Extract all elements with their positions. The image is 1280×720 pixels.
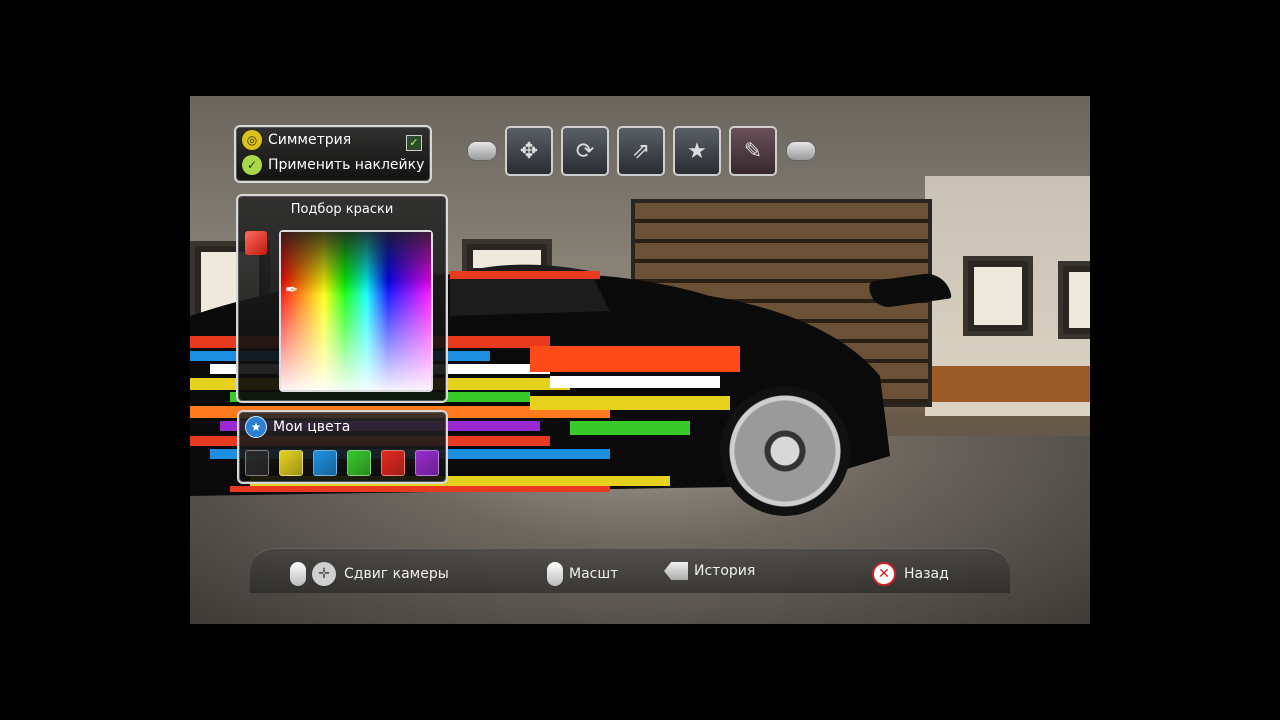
star-stencil-icon: ★ xyxy=(687,138,707,164)
back-hint[interactable]: ✕ Назад xyxy=(872,562,949,586)
wall-band xyxy=(925,366,1090,402)
scale-tool-button[interactable]: ⇗ xyxy=(617,126,665,176)
scale-square-icon: ⇗ xyxy=(631,138,651,164)
mouse-icon xyxy=(290,562,306,586)
rotate-tool-button[interactable]: ⟳ xyxy=(561,126,609,176)
zoom-label: Масшт xyxy=(569,566,619,582)
color-swatch[interactable] xyxy=(347,450,371,476)
left-bumper-icon[interactable] xyxy=(467,141,497,161)
rb-button-icon: ◎ xyxy=(242,129,262,150)
color-swatch[interactable] xyxy=(313,450,337,476)
decal-options-panel: ◎ Симметрия ✓ ✓ Применить наклейку xyxy=(234,125,432,183)
eyedropper-cursor-icon: ✒ xyxy=(285,280,299,299)
camera-label: Сдвиг камеры xyxy=(344,566,449,582)
mouse-scroll-icon xyxy=(547,562,563,586)
star-icon: ★ xyxy=(245,415,267,438)
apply-decal-row[interactable]: ✓ Применить наклейку xyxy=(236,152,430,177)
back-label: Назад xyxy=(904,566,949,582)
wall-painting-dog xyxy=(963,256,1033,336)
a-button-check-icon: ✓ xyxy=(242,154,262,175)
selected-color-cube-icon xyxy=(245,231,267,255)
history-label: История xyxy=(694,563,756,579)
eyedropper-icon: ✎ xyxy=(743,138,763,164)
color-picker-title: Подбор краски xyxy=(290,202,394,217)
lb-button-icon xyxy=(664,562,688,580)
right-bumper-icon[interactable] xyxy=(786,141,816,161)
move-arrows-icon: ✥ xyxy=(519,138,539,164)
rotate-square-icon: ⟳ xyxy=(575,138,595,164)
my-colors-title: Мои цвета xyxy=(273,418,351,435)
symmetry-label: Симметрия xyxy=(268,131,352,148)
paint-pick-tool-button[interactable]: ✎ xyxy=(729,126,777,176)
history-hint[interactable]: История xyxy=(664,562,755,580)
symmetry-checkbox[interactable]: ✓ xyxy=(406,135,422,151)
move-tool-button[interactable]: ✥ xyxy=(505,126,553,176)
symmetry-row[interactable]: ◎ Симметрия ✓ xyxy=(236,127,430,152)
zoom-hint: Масшт xyxy=(547,562,618,586)
dpad-icon: ✛ xyxy=(312,562,336,586)
b-button-icon: ✕ xyxy=(872,562,896,586)
my-colors-header: ★ Мои цвета xyxy=(239,414,446,439)
color-swatch[interactable] xyxy=(381,450,405,476)
car-wheel xyxy=(720,386,850,516)
color-swatch[interactable] xyxy=(245,450,269,476)
apply-decal-label: Применить наклейку xyxy=(268,156,425,173)
wall-painting-right xyxy=(1058,261,1090,339)
color-swatch[interactable] xyxy=(415,450,439,476)
camera-hint: ✛ Сдвиг камеры xyxy=(290,562,449,586)
color-spectrum[interactable]: ✒ xyxy=(279,230,433,392)
color-swatch[interactable] xyxy=(279,450,303,476)
stencil-tool-button[interactable]: ★ xyxy=(673,126,721,176)
